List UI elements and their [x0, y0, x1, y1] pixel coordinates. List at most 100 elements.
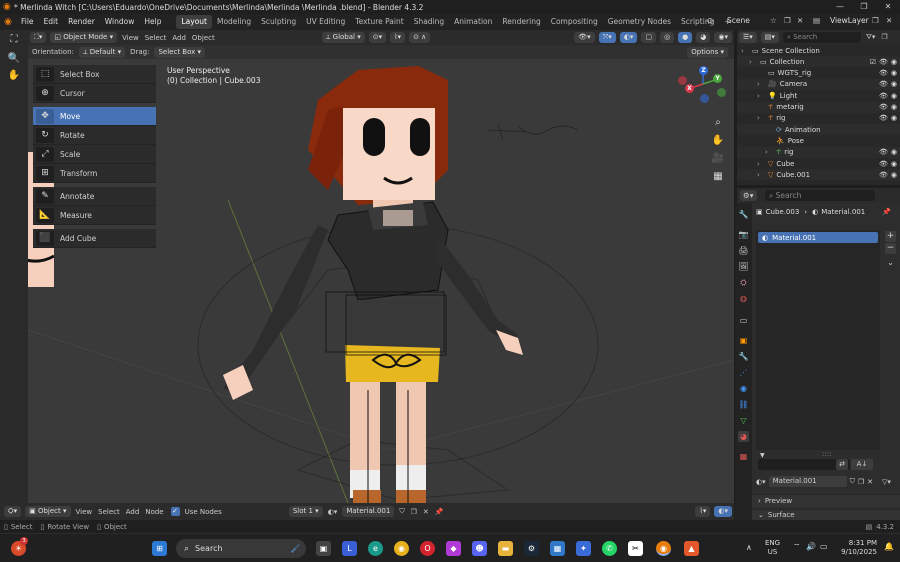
material-datablock-field[interactable]: Material.001 [768, 476, 847, 487]
wifi-icon[interactable]: ⌔ [793, 542, 801, 552]
slot-dropdown[interactable]: Slot 1 ▾ [288, 506, 323, 517]
delete-view-layer-icon[interactable]: ✕ [886, 16, 892, 25]
language-indicator[interactable]: ENG US [765, 539, 780, 557]
proportional-edit-toggle[interactable]: ⊙ ∧ [409, 32, 431, 43]
shader-menu-view[interactable]: View [76, 508, 93, 516]
outliner-row[interactable]: › 🎥 Camera 👁 ◉ [737, 78, 900, 90]
vp-menu-view[interactable]: View [122, 34, 139, 42]
shading-wireframe[interactable]: ◎ [660, 32, 675, 43]
gizmo-neg-x[interactable] [678, 76, 687, 85]
outliner-row[interactable]: › ▭ Scene Collection [737, 45, 900, 56]
drag-dropdown[interactable]: Select Box ▾ [154, 46, 206, 58]
preview-panel-header[interactable]: › Preview [752, 494, 900, 507]
material-unlink-icon[interactable]: ✕ [867, 478, 873, 486]
tool-scale[interactable]: ⤢ Scale [33, 145, 156, 164]
tab-layout[interactable]: Layout [176, 15, 212, 29]
ortho-toggle-icon[interactable]: ▦ [711, 170, 725, 184]
tool-cursor[interactable]: ⊕ Cursor [33, 84, 156, 103]
shader-menu-add[interactable]: Add [126, 508, 140, 516]
material-link-dropdown[interactable]: ▽▾ [882, 478, 891, 486]
taskbar-search[interactable]: ⌕ Search 🖌 [176, 539, 306, 558]
menu-edit[interactable]: Edit [39, 14, 64, 30]
outliner-row[interactable]: › ▽ Cube 👁 ◉ [737, 158, 900, 169]
render-visibility-icon[interactable]: ◉ [891, 58, 897, 66]
zoom-icon[interactable]: 🔍 [4, 51, 24, 67]
shading-material[interactable]: ◕ [696, 32, 711, 43]
close-icon[interactable]: ✕ [876, 0, 900, 14]
outliner-row[interactable]: ▭ WGTS_rig 👁 ◉ [737, 68, 900, 79]
pivot-dropdown[interactable]: ⊙▾ [368, 32, 387, 43]
visibility-eye-icon[interactable]: 👁 [879, 160, 888, 168]
menu-window[interactable]: Window [100, 14, 140, 30]
volume-icon[interactable]: 🔊 [806, 542, 816, 551]
pin-properties-icon[interactable]: 📌 [882, 208, 891, 216]
object-tab-icon[interactable]: ▣ [738, 335, 749, 346]
options-button[interactable]: Options ▾ [687, 46, 728, 58]
visibility-eye-icon[interactable]: 👁 [879, 114, 888, 122]
editor-type-icon[interactable]: ⛶ [4, 32, 24, 48]
hand-icon[interactable]: ✋ [4, 68, 24, 84]
render-visibility-icon[interactable]: ◉ [891, 80, 897, 88]
expand-chevron-icon[interactable]: › [757, 92, 765, 100]
tab-uv-editing[interactable]: UV Editing [301, 15, 350, 29]
vp-menu-object[interactable]: Object [192, 34, 215, 42]
outliner-row[interactable]: › ▽ Cube.001 👁 ◉ [737, 169, 900, 181]
task-view-icon[interactable]: ▣ [316, 541, 331, 556]
tool-transform[interactable]: ⊞ Transform [33, 164, 156, 183]
shader-menu-node[interactable]: Node [145, 508, 163, 516]
material-name-field[interactable]: Material.001 [342, 506, 395, 517]
app-icon-blue[interactable]: ✦ [576, 541, 591, 556]
particles-tab-icon[interactable]: ⋰ [738, 367, 749, 378]
expand-chevron-icon[interactable]: › [765, 148, 773, 156]
data-tab-icon[interactable]: ▽ [738, 415, 749, 426]
visibility-eye-icon[interactable]: 👁 [879, 148, 888, 156]
shading-solid[interactable]: ● [678, 32, 693, 43]
shader-editor-type-button[interactable]: ⛭▾ [4, 506, 22, 517]
pin-material-icon[interactable]: 📌 [435, 508, 444, 516]
store-icon[interactable]: ▦ [550, 541, 565, 556]
transform-orientation-dropdown[interactable]: ⟂ Global ▾ [321, 32, 365, 43]
scene-name[interactable]: Scene [727, 16, 750, 25]
surface-panel-header[interactable]: ⌄ Surface [752, 509, 900, 520]
maximize-icon[interactable]: ❐ [852, 0, 876, 14]
tab-sculpting[interactable]: Sculpting [256, 15, 301, 29]
slot-sort-alpha-icon[interactable]: A↓ [851, 459, 873, 470]
shader-menu-select[interactable]: Select [98, 508, 120, 516]
app-icon-purple[interactable]: ◆ [446, 541, 461, 556]
tray-overflow-icon[interactable]: ∧ [746, 543, 752, 552]
vp-menu-add[interactable]: Add [172, 34, 186, 42]
opera-icon[interactable]: O [420, 541, 435, 556]
expand-chevron-icon[interactable]: › [757, 114, 765, 122]
gizmo-z-axis[interactable]: Z [699, 66, 708, 75]
navigation-gizmo[interactable]: Z X Y [678, 64, 728, 104]
visibility-eye-icon[interactable]: 👁 [879, 92, 888, 100]
material-duplicate-icon[interactable]: ❐ [858, 478, 864, 486]
material-slot-item[interactable]: ◐ Material.001 [758, 232, 878, 243]
render-visibility-icon[interactable]: ◉ [891, 103, 897, 111]
slot-sort-icon[interactable]: ⇄ [836, 459, 848, 470]
render-visibility-icon[interactable]: ◉ [891, 69, 897, 77]
chrome-icon[interactable]: ◉ [394, 541, 409, 556]
snap-node-toggle[interactable]: ⌇▾ [695, 506, 711, 517]
gizmo-x-axis[interactable]: X [685, 84, 694, 93]
new-view-layer-icon[interactable]: ❐ [872, 16, 879, 25]
physics-tab-icon[interactable]: ◉ [738, 383, 749, 394]
menu-render[interactable]: Render [63, 14, 100, 30]
expand-chevron-icon[interactable]: › [757, 80, 765, 88]
outliner-display-mode[interactable]: ▤▾ [760, 31, 779, 43]
editor-type-button[interactable]: ⛶▾ [30, 32, 47, 43]
slot-list-expand-icon[interactable]: ▼ [760, 452, 765, 459]
exclude-checkbox-icon[interactable]: ☑ [870, 58, 876, 66]
capcut-icon[interactable]: ✂ [628, 541, 643, 556]
tool-tab-icon[interactable]: 🔧 [738, 209, 749, 220]
file-explorer-icon[interactable]: ▬ [498, 541, 513, 556]
whatsapp-icon[interactable]: ✆ [602, 541, 617, 556]
clock[interactable]: 8:31 PM 9/10/2025 [841, 539, 877, 557]
tab-modeling[interactable]: Modeling [212, 15, 256, 29]
output-tab-icon[interactable]: 🖨 [738, 245, 749, 256]
visibility-eye-icon[interactable]: 👁 [879, 171, 888, 179]
outliner-row[interactable]: ⛹ Pose [737, 135, 900, 146]
app-icon-orange[interactable]: ▲ [684, 541, 699, 556]
new-scene-icon[interactable]: ❐ [784, 16, 791, 25]
steam-icon[interactable]: ⚙ [524, 541, 539, 556]
